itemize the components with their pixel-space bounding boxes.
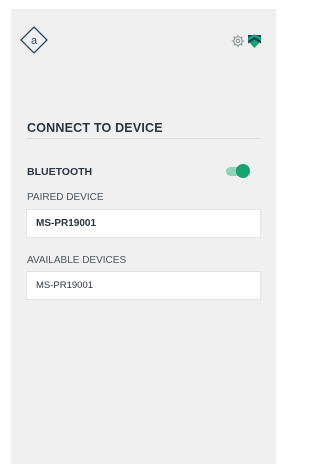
available-device-name: MS-PR19001: [36, 280, 94, 291]
paired-device-label: PAIRED DEVICE: [27, 192, 104, 203]
paired-device-item[interactable]: MS-PR19001: [26, 209, 261, 238]
page-title: CONNECT TO DEVICE: [27, 121, 163, 135]
toggle-knob: [236, 164, 250, 178]
title-divider: [27, 138, 260, 139]
app-screen: a CONNECT TO DEVICE BLUETOOTH PAIRED DEV…: [11, 9, 276, 464]
available-device-item[interactable]: MS-PR19001: [26, 271, 261, 300]
bluetooth-label: BLUETOOTH: [27, 166, 93, 178]
gear-icon[interactable]: [231, 34, 245, 48]
shield-chevron-icon: [248, 34, 261, 48]
bluetooth-toggle[interactable]: [224, 163, 250, 179]
app-logo[interactable]: a: [20, 26, 48, 54]
logo-letter: a: [31, 35, 38, 47]
paired-device-name: MS-PR19001: [36, 218, 97, 229]
available-devices-label: AVAILABLE DEVICES: [27, 255, 127, 266]
